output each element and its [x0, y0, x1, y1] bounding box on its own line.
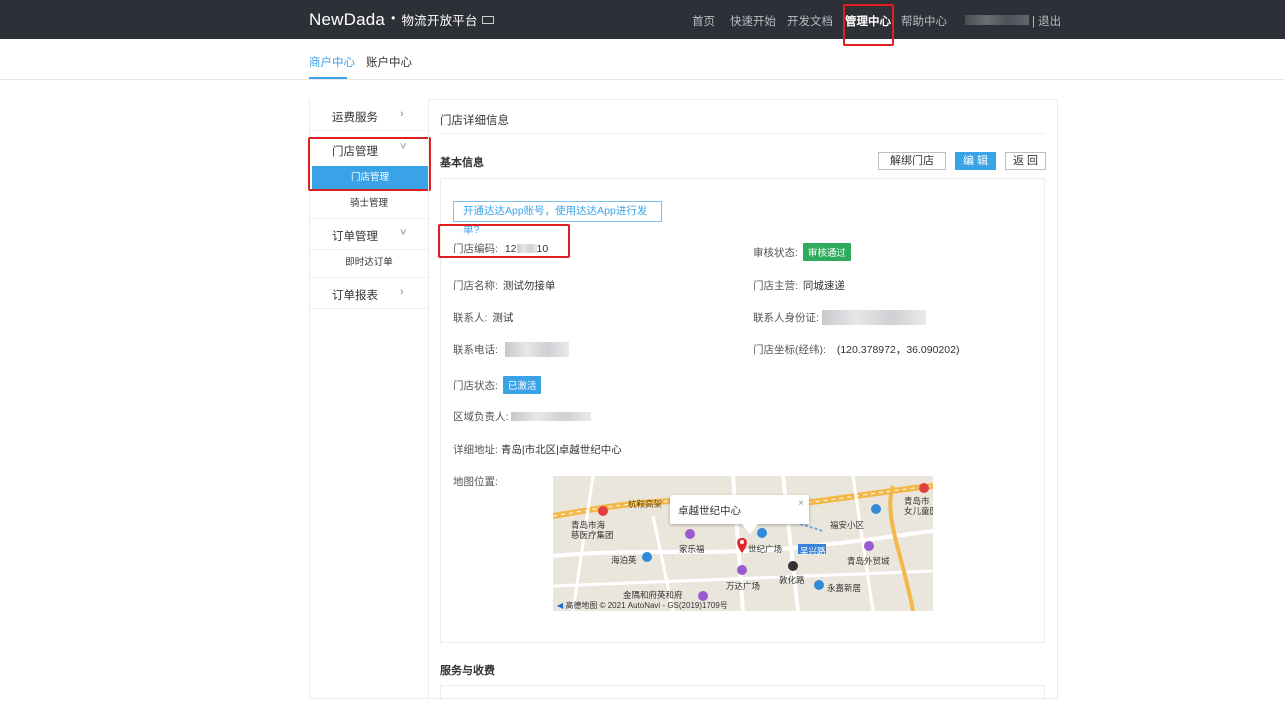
sidebar-item-freight-service[interactable]: 运费服务 ›	[310, 99, 428, 131]
map-label-yongjia: 永嘉新居	[827, 583, 862, 593]
back-button[interactable]: 返 回	[1005, 152, 1046, 170]
redacted-value	[504, 342, 569, 357]
active-tab-indicator	[309, 77, 347, 79]
copyright-text: 高德地图 © 2021 AutoNavi - GS(2019)1709号	[565, 601, 728, 610]
audit-status-field: 审核状态: 审核通过	[753, 243, 851, 261]
chevron-right-icon: ›	[400, 286, 404, 298]
nav-docs[interactable]: 开发文档	[787, 13, 833, 29]
field-label: 区域负责人:	[453, 411, 509, 423]
top-navigation-bar: NewDada • 物流开放平台 首页 快速开始 开发文档 管理中心 帮助中心 | …	[0, 0, 1285, 39]
open-dada-app-link[interactable]: 开通达达App账号，使用达达App进行发单?	[453, 201, 662, 236]
map-label-haibo: 海泊英	[611, 555, 637, 565]
popup-title: 卓越世纪中心	[678, 505, 741, 517]
field-label: 联系人身份证:	[753, 312, 819, 324]
field-label: 审核状态:	[753, 247, 798, 259]
redacted-value	[511, 412, 592, 421]
map-label-hospital: 青岛市海 慈医疗集团	[571, 520, 614, 540]
sidebar-item-label: 订单管理	[332, 231, 378, 243]
sidebar-subitem-instant-orders[interactable]: 即时达订单	[310, 251, 428, 275]
contact-field: 联系人: 测试	[453, 310, 513, 325]
edit-button[interactable]: 编 辑	[955, 152, 996, 170]
brand-name: NewDada	[309, 10, 386, 29]
store-status-field: 门店状态: 已激活	[453, 376, 542, 394]
brand-logo[interactable]: NewDada • 物流开放平台	[309, 10, 494, 30]
sidebar-item-label: 订单报表	[332, 290, 378, 302]
chevron-down-icon: ˅	[400, 227, 407, 239]
beta-icon	[481, 16, 494, 24]
store-coordinates-field: 门店坐标(经纬): (120.378972，36.090202)	[753, 342, 959, 357]
map-label-fuan: 福安小区	[830, 520, 865, 530]
logout-link[interactable]: | 退出	[1032, 13, 1061, 29]
redacted-value	[821, 310, 926, 325]
map-label-trade-city: 青岛外贸城	[847, 556, 890, 566]
map-label-century-square: 世纪广场	[748, 544, 783, 554]
address-field: 详细地址: 青岛|市北区|卓越世纪中心	[453, 442, 622, 457]
status-badge: 已激活	[502, 376, 542, 394]
section-title-service-fees: 服务与收费	[440, 665, 495, 677]
map-copyright: ◀ 高德地图 © 2021 AutoNavi - GS(2019)1709号	[557, 600, 728, 611]
username-redacted[interactable]	[965, 15, 1029, 25]
coordinates-value: (120.378972，36.090202)	[836, 344, 960, 356]
sidebar-subitem-rider-management[interactable]: 骑士管理	[310, 192, 428, 216]
store-name-value: 测试勿接单	[502, 280, 556, 292]
field-label: 门店名称:	[453, 280, 498, 292]
map-label-dunhua-road: 敦化路	[779, 575, 805, 585]
brand-subtitle: 物流开放平台	[401, 14, 478, 28]
nav-home[interactable]: 首页	[692, 13, 715, 29]
field-label: 门店状态:	[453, 380, 498, 392]
store-name-field: 门店名称: 测试勿接单	[453, 278, 555, 293]
divider	[440, 133, 1045, 134]
field-label: 详细地址:	[453, 444, 498, 456]
sub-tab-bar: 商户中心 账户中心	[0, 39, 1285, 80]
field-label: 门店主营:	[753, 280, 798, 292]
highlight-box-store-code	[438, 224, 570, 258]
store-business-field: 门店主营: 同城速递	[753, 278, 845, 293]
nav-help-center[interactable]: 帮助中心	[901, 13, 947, 29]
chevron-right-icon: ›	[400, 108, 404, 120]
section-title-basic-info: 基本信息	[440, 157, 484, 169]
region-manager-field: 区域负责人:	[453, 409, 592, 424]
map-label-carrefour: 家乐福	[679, 544, 705, 554]
contact-value: 测试	[492, 312, 514, 324]
map-location-label: 地图位置:	[453, 476, 498, 488]
address-value: 青岛|市北区|卓越世纪中心	[500, 444, 622, 456]
field-label: 联系人:	[453, 312, 488, 324]
map-info-popup: 卓越世纪中心 ×	[670, 495, 809, 524]
field-label: 门店坐标(经纬):	[753, 344, 826, 356]
service-fees-box	[440, 685, 1045, 700]
contact-id-field: 联系人身份证:	[753, 310, 926, 325]
tab-merchant-center[interactable]: 商户中心	[309, 54, 355, 70]
close-icon[interactable]: ×	[798, 498, 804, 509]
map-label-children-hospital: 青岛市 女儿童医	[904, 496, 933, 516]
phone-field: 联系电话:	[453, 342, 569, 357]
audit-status-badge: 审核通过	[802, 243, 851, 261]
map-label-expressway: 杭鞍高架	[628, 499, 663, 509]
map-label-wanda: 万达广场	[726, 581, 761, 591]
sidebar-item-label: 运费服务	[332, 112, 378, 124]
nav-quick-start[interactable]: 快速开始	[730, 13, 776, 29]
sidebar-item-order-reports[interactable]: 订单报表 ›	[310, 277, 428, 309]
highlight-box-store-management	[308, 137, 431, 191]
unbind-store-button[interactable]: 解绑门店	[878, 152, 946, 170]
navigation-arrow-icon[interactable]: ◀	[557, 601, 563, 610]
store-business-value: 同城速递	[802, 280, 845, 292]
page-title: 门店详细信息	[440, 115, 509, 127]
field-label: 联系电话:	[453, 344, 498, 356]
popup-pointer	[742, 524, 758, 534]
tab-account-center[interactable]: 账户中心	[366, 54, 412, 70]
map-label-wuxing-road: 吴兴路	[800, 546, 826, 556]
sidebar-item-order-management[interactable]: 订单管理 ˅	[310, 218, 428, 250]
